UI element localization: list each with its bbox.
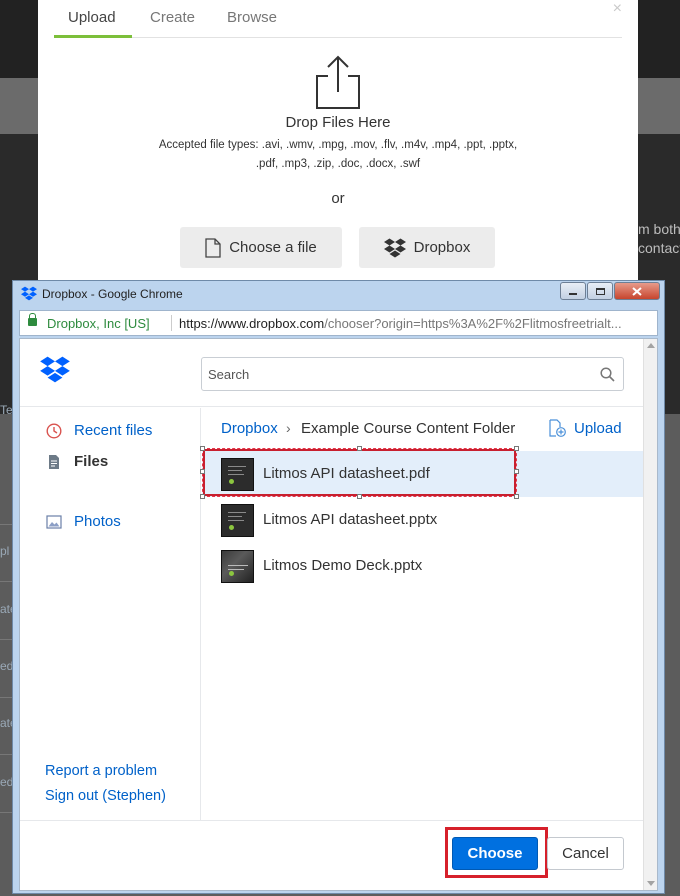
- secure-origin-label: Dropbox, Inc [US]: [47, 316, 150, 331]
- address-bar[interactable]: Dropbox, Inc [US] https://www.dropbox.co…: [19, 310, 658, 336]
- sidebar-item-recent-files[interactable]: Recent files: [46, 422, 152, 439]
- scroll-down-icon[interactable]: [647, 881, 655, 886]
- upload-icon: [316, 55, 360, 109]
- thumbnail-detail: [228, 512, 246, 513]
- url-host: https://www.dropbox.com: [179, 316, 325, 331]
- thumbnail-logo: [229, 525, 234, 530]
- accepted-file-types: Accepted file types: .avi, .wmv, .mpg, .…: [138, 136, 538, 174]
- maximize-icon: [595, 287, 605, 295]
- file-row-litmos-demo-deck-pptx[interactable]: Litmos Demo Deck.pptx: [202, 543, 644, 589]
- resize-handle: [357, 446, 362, 451]
- maximize-button[interactable]: [587, 282, 613, 300]
- address-divider: [171, 315, 172, 331]
- thumbnail-detail: [228, 569, 244, 570]
- chooser-sidebar: Recent files Files Photos Report a probl…: [20, 408, 201, 820]
- sidebar-item-files[interactable]: Files: [46, 453, 108, 470]
- background-divider: [0, 639, 12, 640]
- breadcrumb-separator: ›: [286, 420, 291, 436]
- file-thumbnail: [221, 504, 254, 537]
- dropbox-source-button[interactable]: Dropbox: [359, 227, 495, 268]
- background-divider: [0, 581, 12, 582]
- breadcrumb: Dropbox › Example Course Content Folder …: [202, 408, 644, 448]
- scroll-up-icon[interactable]: [647, 343, 655, 348]
- drop-files-title: Drop Files Here: [285, 114, 391, 131]
- accepted-types-line: .pdf, .mp3, .zip, .doc, .docx, .swf: [255, 158, 421, 170]
- thumbnail-logo: [229, 571, 234, 576]
- chooser-header: [20, 339, 644, 407]
- search-icon[interactable]: [600, 367, 615, 382]
- dropbox-chooser: Recent files Files Photos Report a probl…: [19, 338, 658, 891]
- upload-button[interactable]: Upload: [548, 419, 622, 437]
- thumbnail-detail: [228, 516, 242, 517]
- url-path: /chooser?origin=https%3A%2F%2Flitmosfree…: [324, 316, 622, 331]
- minimize-icon: [569, 293, 577, 295]
- sign-out-link[interactable]: Sign out (Stephen): [45, 788, 166, 804]
- background-divider: [0, 524, 12, 525]
- tab-upload[interactable]: Upload: [68, 9, 116, 26]
- file-icon: [49, 454, 59, 469]
- dropbox-logo-icon: [40, 356, 70, 383]
- file-row-litmos-api-datasheet-pdf[interactable]: Litmos API datasheet.pdf: [200, 446, 644, 499]
- active-tab-indicator: [54, 35, 132, 38]
- dropbox-source-label: Dropbox: [413, 239, 471, 256]
- choose-button[interactable]: Choose: [452, 837, 538, 870]
- thumbnail-detail: [228, 565, 248, 566]
- background-divider: [0, 697, 12, 698]
- resize-handle: [200, 469, 205, 474]
- minimize-button[interactable]: [560, 282, 586, 300]
- close-icon[interactable]: ×: [613, 0, 622, 18]
- window-titlebar[interactable]: Dropbox - Google Chrome: [13, 281, 664, 307]
- search-input[interactable]: [208, 365, 588, 383]
- background-text-fragment: contact: [638, 240, 680, 256]
- breadcrumb-root-link[interactable]: Dropbox: [221, 420, 278, 437]
- choose-a-file-label: Choose a file: [229, 239, 317, 256]
- report-problem-link[interactable]: Report a problem: [45, 763, 157, 779]
- lock-icon: [28, 313, 37, 326]
- background-text-fragment: pl: [0, 544, 10, 558]
- selection-highlight: [200, 446, 519, 499]
- choose-a-file-button[interactable]: Choose a file: [180, 227, 342, 268]
- window-close-button[interactable]: [614, 282, 660, 300]
- chooser-footer: Choose Cancel: [20, 820, 644, 890]
- file-row-litmos-api-datasheet-pptx[interactable]: Litmos API datasheet.pptx: [202, 497, 644, 543]
- sidebar-item-label: Recent files: [74, 422, 153, 439]
- file-thumbnail: [221, 550, 254, 583]
- window-title: Dropbox - Google Chrome: [42, 287, 183, 301]
- background-text-fragment: m both: [638, 221, 680, 237]
- upload-label: Upload: [574, 419, 622, 437]
- breadcrumb-current-folder: Example Course Content Folder: [301, 420, 516, 437]
- upload-modal: Upload Create Browse × Drop Files Here A…: [38, 0, 638, 300]
- photo-icon: [46, 514, 62, 529]
- url-text: https://www.dropbox.com/chooser?origin=h…: [179, 316, 622, 331]
- dropbox-icon: [383, 238, 406, 257]
- vertical-scrollbar[interactable]: [643, 339, 657, 890]
- or-separator: or: [331, 190, 345, 207]
- chrome-popup-window: Dropbox - Google Chrome Dropbox, Inc [US…: [12, 280, 665, 894]
- sidebar-item-label: Files: [74, 453, 109, 470]
- tab-browse[interactable]: Browse: [227, 9, 277, 26]
- dropbox-favicon-icon: [21, 286, 37, 301]
- file-name: Litmos API datasheet.pptx: [263, 511, 438, 528]
- background-divider: [0, 754, 12, 755]
- resize-handle: [514, 446, 519, 451]
- background-divider: [0, 812, 12, 813]
- close-icon: [632, 286, 642, 296]
- resize-handle: [200, 446, 205, 451]
- search-box[interactable]: [201, 357, 624, 391]
- clock-icon: [46, 422, 62, 439]
- file-icon: [205, 237, 221, 258]
- cancel-button[interactable]: Cancel: [547, 837, 624, 870]
- accepted-types-line: Accepted file types: .avi, .wmv, .mpg, .…: [158, 139, 518, 151]
- sidebar-item-photos[interactable]: Photos: [46, 513, 121, 530]
- thumbnail-detail: [228, 520, 244, 521]
- tab-create[interactable]: Create: [150, 9, 195, 26]
- upload-file-icon: [549, 419, 566, 437]
- sidebar-item-label: Photos: [74, 513, 121, 530]
- upload-tabs: Upload Create Browse: [54, 0, 622, 38]
- file-name: Litmos Demo Deck.pptx: [263, 557, 423, 574]
- resize-handle: [514, 469, 519, 474]
- background-text-fragment: Te: [0, 403, 13, 417]
